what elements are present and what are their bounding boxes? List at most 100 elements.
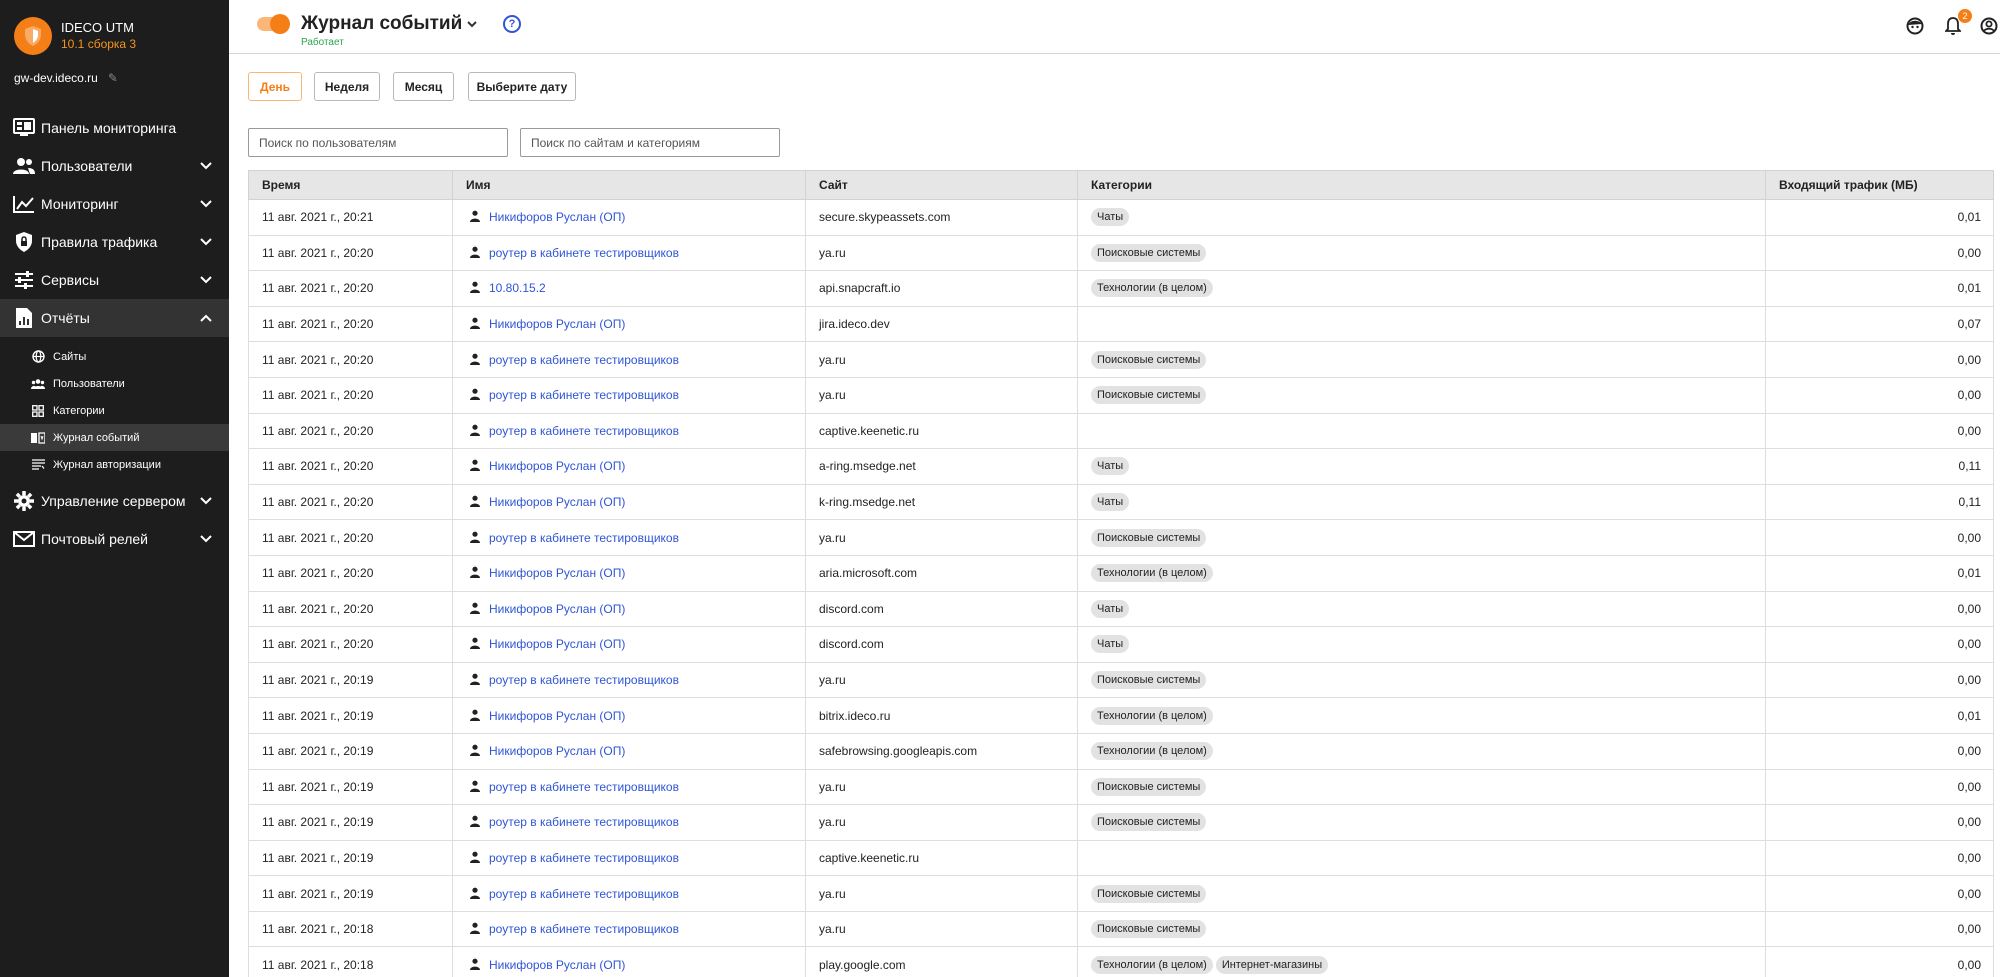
- table-row: 11 авг. 2021 г., 20:20 роутер в кабинете …: [248, 376, 1994, 414]
- table-row: 11 авг. 2021 г., 20:20 роутер в кабинете …: [248, 234, 1994, 272]
- choose-date-button[interactable]: Выберите дату: [468, 72, 576, 101]
- table-row: 11 авг. 2021 г., 20:20 роутер в кабинете …: [248, 519, 1994, 556]
- user-link[interactable]: роутер в кабинете тестировщиков: [489, 922, 679, 936]
- cell-site: ya.ru: [805, 875, 1078, 912]
- column-header-categories[interactable]: Категории: [1077, 170, 1766, 200]
- period-day-button[interactable]: День: [248, 72, 302, 101]
- user-link[interactable]: 10.80.15.2: [489, 281, 546, 295]
- pencil-icon[interactable]: ✎: [108, 71, 118, 85]
- user-link[interactable]: Никифоров Руслан (ОП): [489, 317, 625, 331]
- user-link[interactable]: Никифоров Руслан (ОП): [489, 709, 625, 723]
- sidebar-nav: Панель мониторинга Пользователи Монитори…: [0, 109, 229, 558]
- sidebar-item-monitoring-dashboard[interactable]: Панель мониторинга: [0, 109, 229, 147]
- page-title: Журнал событий: [301, 13, 463, 34]
- table-row: 11 авг. 2021 г., 20:19 роутер в кабинете …: [248, 875, 1994, 912]
- column-header-time[interactable]: Время: [248, 170, 453, 200]
- user-link[interactable]: Никифоров Руслан (ОП): [489, 495, 625, 509]
- cell-name: роутер в кабинете тестировщиков: [452, 768, 806, 806]
- sidebar-subitem-event-log[interactable]: Журнал событий: [0, 424, 229, 451]
- user-link[interactable]: Никифоров Руслан (ОП): [489, 958, 625, 972]
- search-users-input[interactable]: [248, 128, 508, 157]
- cell-site: captive.keenetic.ru: [805, 412, 1078, 450]
- sidebar-item-reports[interactable]: Отчёты: [0, 299, 229, 337]
- cell-time: 11 авг. 2021 г., 20:19: [248, 768, 453, 806]
- category-chip: Поисковые системы: [1091, 813, 1207, 832]
- support-face-icon[interactable]: [1905, 16, 1925, 36]
- cell-categories: Чаты: [1077, 199, 1766, 236]
- category-chip: Чаты: [1091, 599, 1130, 618]
- user-link[interactable]: роутер в кабинете тестировщиков: [489, 851, 679, 865]
- cell-time: 11 авг. 2021 г., 20:19: [248, 839, 453, 877]
- user-link[interactable]: Никифоров Руслан (ОП): [489, 210, 625, 224]
- user-link[interactable]: роутер в кабинете тестировщиков: [489, 780, 679, 794]
- cell-site: safebrowsing.googleapis.com: [805, 732, 1078, 770]
- sidebar-item-label: Управление сервером: [41, 493, 186, 509]
- person-icon: [469, 815, 483, 829]
- period-week-button[interactable]: Неделя: [314, 72, 380, 101]
- user-link[interactable]: Никифоров Руслан (ОП): [489, 637, 625, 651]
- user-link[interactable]: Никифоров Руслан (ОП): [489, 602, 625, 616]
- user-link[interactable]: роутер в кабинете тестировщиков: [489, 673, 679, 687]
- sidebar-item-services[interactable]: Сервисы: [0, 261, 229, 299]
- cell-site: ya.ru: [805, 661, 1078, 699]
- cell-name: Никифоров Руслан (ОП): [452, 697, 806, 734]
- period-month-button[interactable]: Месяц: [393, 72, 454, 101]
- cell-name: роутер в кабинете тестировщиков: [452, 839, 806, 877]
- table-row: 11 авг. 2021 г., 20:20 роутер в кабинете …: [248, 341, 1994, 378]
- user-link[interactable]: роутер в кабинете тестировщиков: [489, 424, 679, 438]
- service-toggle[interactable]: [257, 14, 290, 34]
- cell-categories: Поисковые системы: [1077, 519, 1766, 556]
- user-link[interactable]: роутер в кабинете тестировщиков: [489, 353, 679, 367]
- cell-categories: Технологии (в целом): [1077, 270, 1766, 307]
- brand[interactable]: IDECO UTM 10.1 сборка 3: [14, 16, 136, 56]
- cell-categories: Технологии (в целом): [1077, 554, 1766, 592]
- cell-categories: Технологии (в целом): [1077, 732, 1766, 770]
- sidebar-item-users[interactable]: Пользователи: [0, 147, 229, 185]
- cell-time: 11 авг. 2021 г., 20:20: [248, 341, 453, 378]
- user-link[interactable]: роутер в кабинете тестировщиков: [489, 246, 679, 260]
- sidebar-subitem-users[interactable]: Пользователи: [0, 370, 229, 397]
- cell-site: api.snapcraft.io: [805, 270, 1078, 307]
- brand-version: 10.1 сборка 3: [61, 37, 137, 51]
- chevron-down-icon[interactable]: [465, 17, 479, 31]
- user-link[interactable]: роутер в кабинете тестировщиков: [489, 388, 679, 402]
- column-header-traffic[interactable]: Входящий трафик (МБ): [1765, 170, 1994, 200]
- cell-categories: Поисковые системы: [1077, 804, 1766, 841]
- account-icon[interactable]: [1979, 16, 1999, 36]
- cell-time: 11 авг. 2021 г., 20:21: [248, 199, 453, 236]
- sidebar-item-mail-relay[interactable]: Почтовый релей: [0, 520, 229, 558]
- sidebar-subitem-auth-log[interactable]: Журнал авторизации: [0, 451, 229, 478]
- sidebar-subitem-sites[interactable]: Сайты: [0, 343, 229, 370]
- user-link[interactable]: роутер в кабинете тестировщиков: [489, 815, 679, 829]
- cell-time: 11 авг. 2021 г., 20:20: [248, 448, 453, 485]
- sidebar-subitem-categories[interactable]: Категории: [0, 397, 229, 424]
- user-link[interactable]: Никифоров Руслан (ОП): [489, 566, 625, 580]
- user-link[interactable]: роутер в кабинете тестировщиков: [489, 531, 679, 545]
- chevron-down-icon: [199, 532, 213, 546]
- user-link[interactable]: Никифоров Руслан (ОП): [489, 459, 625, 473]
- column-header-name[interactable]: Имя: [452, 170, 806, 200]
- help-icon[interactable]: ?: [503, 15, 521, 33]
- cell-site: ya.ru: [805, 768, 1078, 806]
- cell-time: 11 авг. 2021 г., 20:20: [248, 412, 453, 450]
- sidebar-subitem-label: Журнал авторизации: [53, 458, 161, 471]
- user-link[interactable]: роутер в кабинете тестировщиков: [489, 887, 679, 901]
- category-chip: Поисковые системы: [1091, 671, 1207, 690]
- sidebar-item-monitoring[interactable]: Мониторинг: [0, 185, 229, 223]
- sidebar-item-traffic-rules[interactable]: Правила трафика: [0, 223, 229, 261]
- table-row: 11 авг. 2021 г., 20:19 роутер в кабинете …: [248, 661, 1994, 699]
- table-row: 11 авг. 2021 г., 20:19 роутер в кабинете …: [248, 839, 1994, 877]
- person-icon: [469, 459, 483, 473]
- person-icon: [469, 246, 483, 260]
- search-sites-input[interactable]: [520, 128, 780, 157]
- sidebar-item-server-management[interactable]: Управление сервером: [0, 482, 229, 520]
- column-header-site[interactable]: Сайт: [805, 170, 1078, 200]
- user-link[interactable]: Никифоров Руслан (ОП): [489, 744, 625, 758]
- cell-site: discord.com: [805, 590, 1078, 628]
- person-icon: [469, 495, 483, 509]
- cell-name: роутер в кабинете тестировщиков: [452, 376, 806, 414]
- cell-categories: Чаты: [1077, 448, 1766, 485]
- cell-categories: [1077, 305, 1766, 343]
- person-icon: [469, 958, 483, 972]
- cell-site: aria.microsoft.com: [805, 554, 1078, 592]
